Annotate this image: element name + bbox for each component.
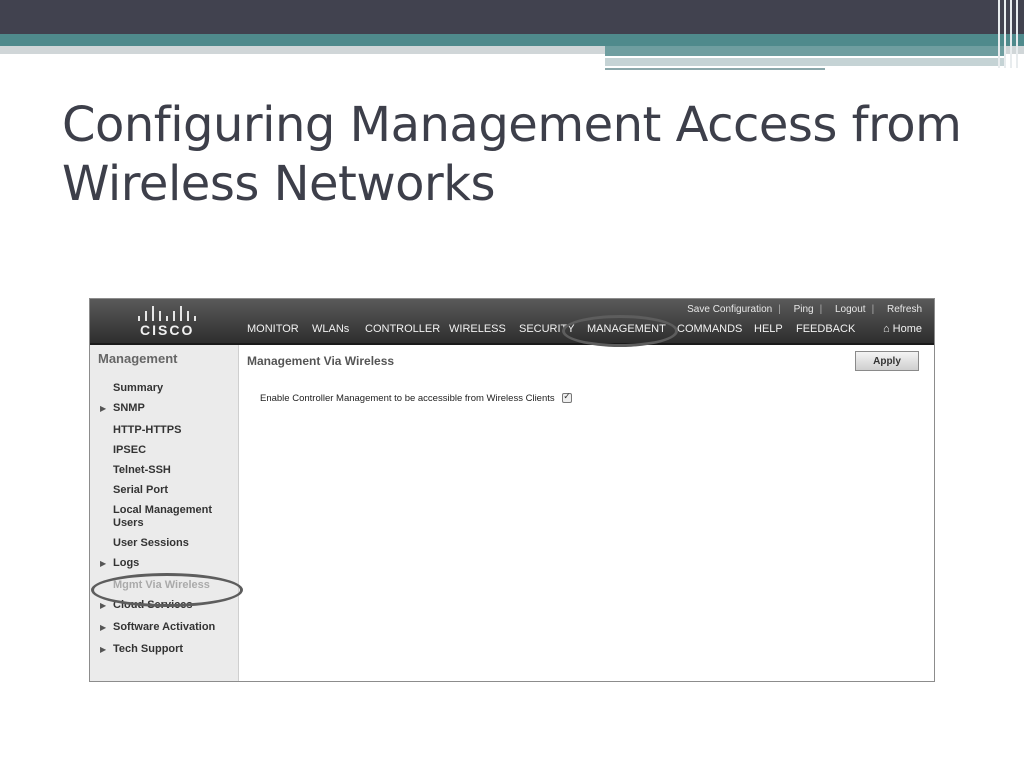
sidebar-item-local-management-users[interactable]: Local Management Users — [113, 504, 228, 530]
sidebar-item-label: Telnet-SSH — [113, 464, 171, 476]
sidebar-title: Management — [98, 351, 178, 366]
save-configuration-link[interactable]: Save Configuration — [687, 304, 772, 315]
sidebar-item-label: Serial Port — [113, 484, 169, 496]
slide-header-accent-right — [605, 46, 1005, 56]
cisco-logo: CISCO — [132, 303, 202, 339]
sidebar-item-label: HTTP-HTTPS — [113, 424, 182, 436]
enable-management-checkbox[interactable] — [562, 391, 573, 403]
nav-highlight-circle — [562, 315, 678, 347]
sidebar-highlight-circle — [91, 573, 243, 607]
sidebar-item-ipsec[interactable]: IPSEC — [113, 444, 146, 457]
sidebar-item-label: Logs — [113, 557, 140, 569]
home-label: Home — [892, 323, 922, 335]
enable-management-label: Enable Controller Management to be acces… — [260, 393, 555, 404]
sidebar-item-logs[interactable]: ▶ Logs — [100, 557, 140, 570]
sidebar-item-user-sessions[interactable]: User Sessions — [113, 537, 189, 550]
sidebar-item-snmp[interactable]: ▶ SNMP — [100, 402, 145, 415]
nav-wlans[interactable]: WLANs — [312, 323, 349, 335]
link-divider: | — [819, 304, 823, 315]
sidebar-item-label: IPSEC — [113, 444, 147, 456]
sidebar-item-telnet-ssh[interactable]: Telnet-SSH — [113, 464, 171, 477]
sidebar-item-software-activation[interactable]: ▶ Software Activation — [100, 621, 216, 634]
slide-header-accent-line — [605, 68, 825, 70]
nav-monitor[interactable]: MONITOR — [247, 323, 299, 335]
sidebar-item-label: Software Activation — [113, 621, 216, 633]
sidebar: Management Summary ▶ SNMP HTTP-HTTPS IPSE… — [90, 345, 239, 681]
controller-screenshot: CISCO Save Configuration | Ping | Logout | … — [89, 298, 935, 682]
sidebar-item-label: User Sessions — [113, 537, 189, 549]
home-icon: ⌂ — [882, 323, 890, 335]
nav-wireless[interactable]: WIRELESS — [449, 323, 506, 335]
slide-corner-stripes — [994, 0, 1024, 68]
nav-commands[interactable]: COMMANDS — [677, 323, 742, 335]
slide-header-bar — [0, 0, 1024, 34]
slide-title-line-1: Configuring Management Access from — [62, 97, 962, 153]
sidebar-item-serial-port[interactable]: Serial Port — [113, 484, 168, 497]
sidebar-item-label: SNMP — [113, 402, 145, 414]
link-divider: | — [871, 304, 875, 315]
logout-link[interactable]: Logout — [835, 304, 866, 315]
expand-caret-icon: ▶ — [100, 601, 107, 610]
sidebar-item-tech-support[interactable]: ▶ Tech Support — [100, 643, 184, 656]
sidebar-item-label: Local Management Users — [113, 504, 213, 529]
cisco-logo-text: CISCO — [140, 322, 195, 338]
top-links: Save Configuration | Ping | Logout | Refres… — [677, 304, 922, 315]
sidebar-item-label: Summary — [113, 382, 164, 394]
ping-link[interactable]: Ping — [794, 304, 814, 315]
expand-caret-icon: ▶ — [100, 623, 107, 632]
cisco-logo-bars-icon — [136, 305, 196, 321]
sidebar-item-label: Tech Support — [113, 643, 184, 655]
expand-caret-icon: ▶ — [100, 645, 107, 654]
apply-button[interactable]: Apply — [855, 351, 919, 371]
slide-header-accent — [0, 34, 1024, 46]
nav-controller[interactable]: CONTROLLER — [365, 323, 440, 335]
refresh-link[interactable]: Refresh — [887, 304, 922, 315]
sidebar-item-summary[interactable]: Summary — [113, 382, 163, 395]
home-link[interactable]: ⌂ Home — [883, 323, 922, 335]
sidebar-item-http-https[interactable]: HTTP-HTTPS — [113, 424, 181, 437]
page-title: Management Via Wireless — [247, 354, 395, 368]
nav-help[interactable]: HELP — [754, 323, 783, 335]
expand-caret-icon: ▶ — [100, 559, 107, 568]
controller-top-bar: CISCO Save Configuration | Ping | Logout | … — [90, 299, 934, 347]
slide-header-accent-right-light — [605, 58, 1005, 66]
slide-title-line-2: Wireless Networks — [62, 156, 496, 212]
slide-title: Configuring Management Access from Wirel… — [62, 96, 962, 214]
nav-feedback[interactable]: FEEDBACK — [796, 323, 855, 335]
main-content: Management Via Wireless Apply Enable Con… — [239, 345, 934, 681]
expand-caret-icon: ▶ — [100, 404, 107, 413]
enable-management-row: Enable Controller Management to be acces… — [260, 391, 573, 404]
link-divider: | — [778, 304, 781, 315]
